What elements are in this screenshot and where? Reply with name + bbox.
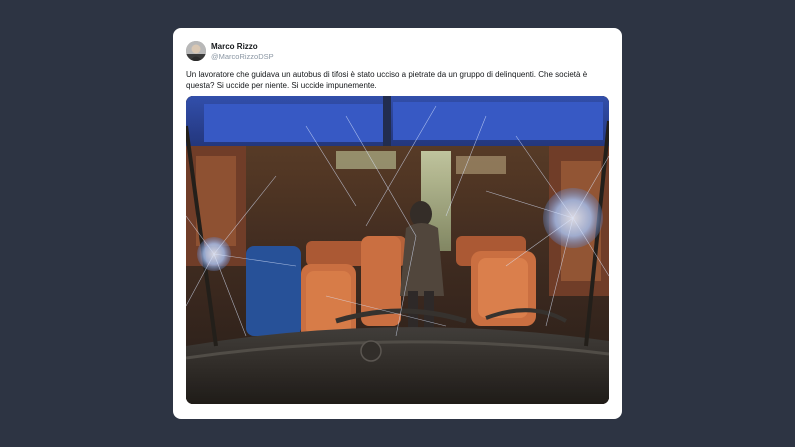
- tweet-text: Un lavoratore che guidava un autobus di …: [186, 70, 588, 90]
- bus-photo-icon: [186, 96, 609, 404]
- tweet-media-image[interactable]: [186, 96, 609, 404]
- user-display-name[interactable]: Marco Rizzo: [211, 42, 258, 52]
- user-avatar[interactable]: [186, 41, 206, 61]
- user-handle[interactable]: @MarcoRizzoDSP: [211, 52, 274, 62]
- tweet-card: Marco Rizzo @MarcoRizzoDSP Un lavoratore…: [173, 28, 622, 419]
- avatar-photo-icon: [186, 41, 206, 61]
